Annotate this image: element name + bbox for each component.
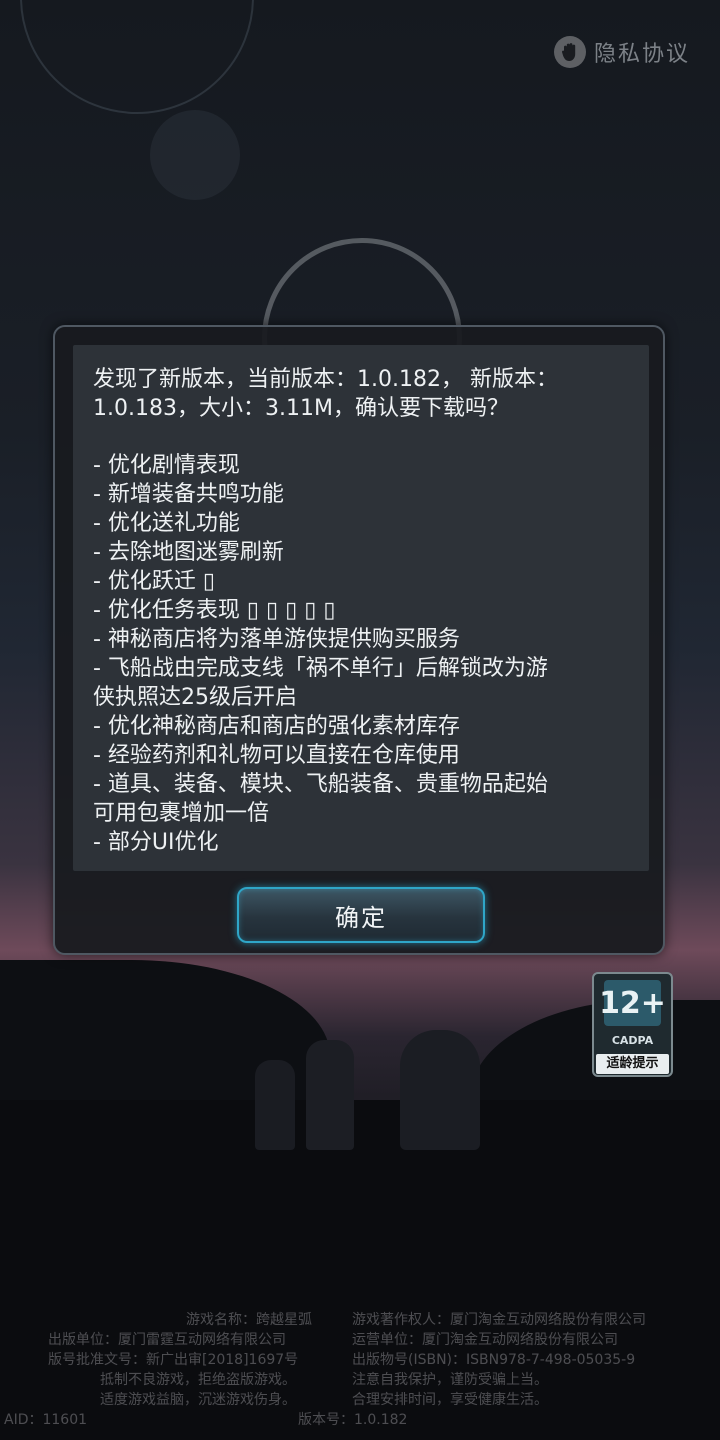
character-silhouette-1 [255, 1060, 295, 1150]
age-rating-tip: 适龄提示 [596, 1054, 669, 1074]
footer-operator: 运营单位：厦门淘金互动网络股份有限公司 [352, 1332, 618, 1348]
update-message-panel: 发现了新版本，当前版本：1.0.182， 新版本： 1.0.183，大小：3.1… [73, 345, 649, 871]
hand-icon [554, 36, 586, 68]
character-silhouette-2 [306, 1040, 354, 1150]
footer-approval-no: 版号批准文号：新广出审[2018]1697号 [48, 1352, 299, 1368]
privacy-button[interactable]: 隐私协议 [554, 34, 704, 70]
footer-health-advice: 抵制不良游戏，拒绝盗版游戏。 [100, 1372, 296, 1388]
changelog-line: - 飞船战由完成支线「祸不单行」后解锁改为游 [93, 656, 548, 681]
footer-health-advice: 合理安排时间，享受健康生活。 [352, 1392, 548, 1408]
changelog-line: - 部分UI优化 [93, 830, 219, 855]
footer-health-advice: 注意自我保护，谨防受骗上当。 [352, 1372, 548, 1388]
footer-copyright-owner: 游戏著作权人：厦门淘金互动网络股份有限公司 [352, 1312, 646, 1328]
footer-health-advice: 适度游戏益脑，沉迷游戏伤身。 [100, 1392, 296, 1408]
character-silhouette-3 [400, 1030, 480, 1150]
age-rating-badge[interactable]: 12+ CADPA 适龄提示 [592, 972, 673, 1077]
changelog-line: - 优化送礼功能 [93, 511, 240, 536]
age-rating-org: CADPA [611, 1034, 654, 1047]
changelog-line: - 优化跃迁 ▯ [93, 569, 216, 594]
confirm-button[interactable]: 确定 [237, 887, 485, 943]
changelog-line: - 优化剧情表现 [93, 453, 240, 478]
planet-arc-top [20, 0, 254, 114]
changelog-line: - 去除地图迷雾刷新 [93, 540, 284, 565]
changelog-line: - 道具、装备、模块、飞船装备、贵重物品起始 [93, 772, 548, 797]
update-dialog: 发现了新版本，当前版本：1.0.182， 新版本： 1.0.183，大小：3.1… [53, 325, 665, 955]
changelog-line: - 新增装备共鸣功能 [93, 482, 284, 507]
privacy-label: 隐私协议 [594, 42, 691, 67]
planet-small [150, 110, 240, 200]
footer-aid: AID：11601 [4, 1412, 88, 1428]
legal-footer: 游戏名称：跨越星弧 游戏著作权人：厦门淘金互动网络股份有限公司 出版单位：厦门雷… [0, 1310, 720, 1430]
changelog-line: - 优化任务表现 ▯ ▯ ▯ ▯ ▯ [93, 598, 336, 623]
footer-isbn: 出版物号(ISBN)：ISBN978-7-498-05035-9 [352, 1352, 636, 1368]
changelog-line: - 神秘商店将为落单游侠提供购买服务 [93, 627, 460, 652]
update-message: 发现了新版本，当前版本：1.0.182， 新版本： 1.0.183，大小：3.1… [93, 365, 629, 857]
message-line: 1.0.183，大小：3.11M，确认要下载吗？ [93, 396, 509, 421]
changelog-line: - 经验药剂和礼物可以直接在仓库使用 [93, 743, 460, 768]
changelog-line: - 优化神秘商店和商店的强化素材库存 [93, 714, 460, 739]
changelog-line: 侠执照达25级后开启 [93, 685, 297, 710]
footer-game-name: 游戏名称：跨越星弧 [186, 1312, 312, 1328]
footer-version: 版本号：1.0.182 [298, 1412, 408, 1428]
age-rating-number: 12+ [599, 980, 666, 1026]
message-line: 发现了新版本，当前版本：1.0.182， 新版本： [93, 367, 558, 392]
changelog-line: 可用包裹增加一倍 [93, 801, 270, 826]
footer-publisher: 出版单位：厦门雷霆互动网络有限公司 [48, 1332, 286, 1348]
